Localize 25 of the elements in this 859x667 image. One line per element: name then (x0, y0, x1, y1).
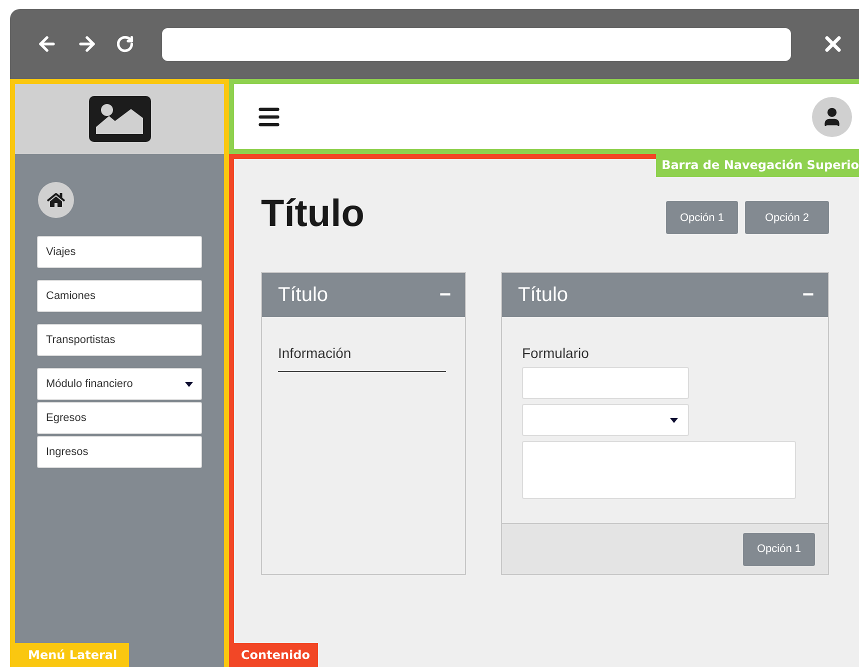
submenu-item[interactable]: Egresos (37, 402, 202, 434)
page-title: Título (261, 193, 364, 236)
info-label: Información (278, 345, 352, 361)
panel-title: Título (518, 284, 568, 306)
avatar-icon[interactable] (812, 96, 852, 136)
address-field[interactable] (162, 28, 791, 60)
menu-item[interactable]: Camiones (37, 280, 202, 312)
image-icon (88, 96, 150, 142)
menu-dropdown[interactable]: Módulo financiero (37, 368, 202, 400)
caret-icon (670, 418, 678, 422)
form-label: Formulario (522, 345, 589, 361)
menu-item[interactable]: Transportistas (37, 324, 202, 356)
input-field[interactable] (522, 367, 689, 399)
home-button[interactable] (38, 182, 74, 218)
caret-icon (185, 382, 193, 386)
home-icon (47, 191, 65, 209)
select-field[interactable] (522, 404, 689, 436)
back-icon[interactable] (36, 33, 58, 55)
menu-item[interactable]: Viajes (37, 236, 202, 268)
annotation-tag: Barra de Navegación Superio (656, 154, 859, 177)
forward-icon[interactable] (76, 33, 98, 55)
reload-icon[interactable] (116, 35, 134, 53)
submenu-item[interactable]: Ingresos (37, 436, 202, 468)
panel-title: Título (278, 284, 328, 306)
annotation-tag: Contenido (233, 643, 318, 667)
